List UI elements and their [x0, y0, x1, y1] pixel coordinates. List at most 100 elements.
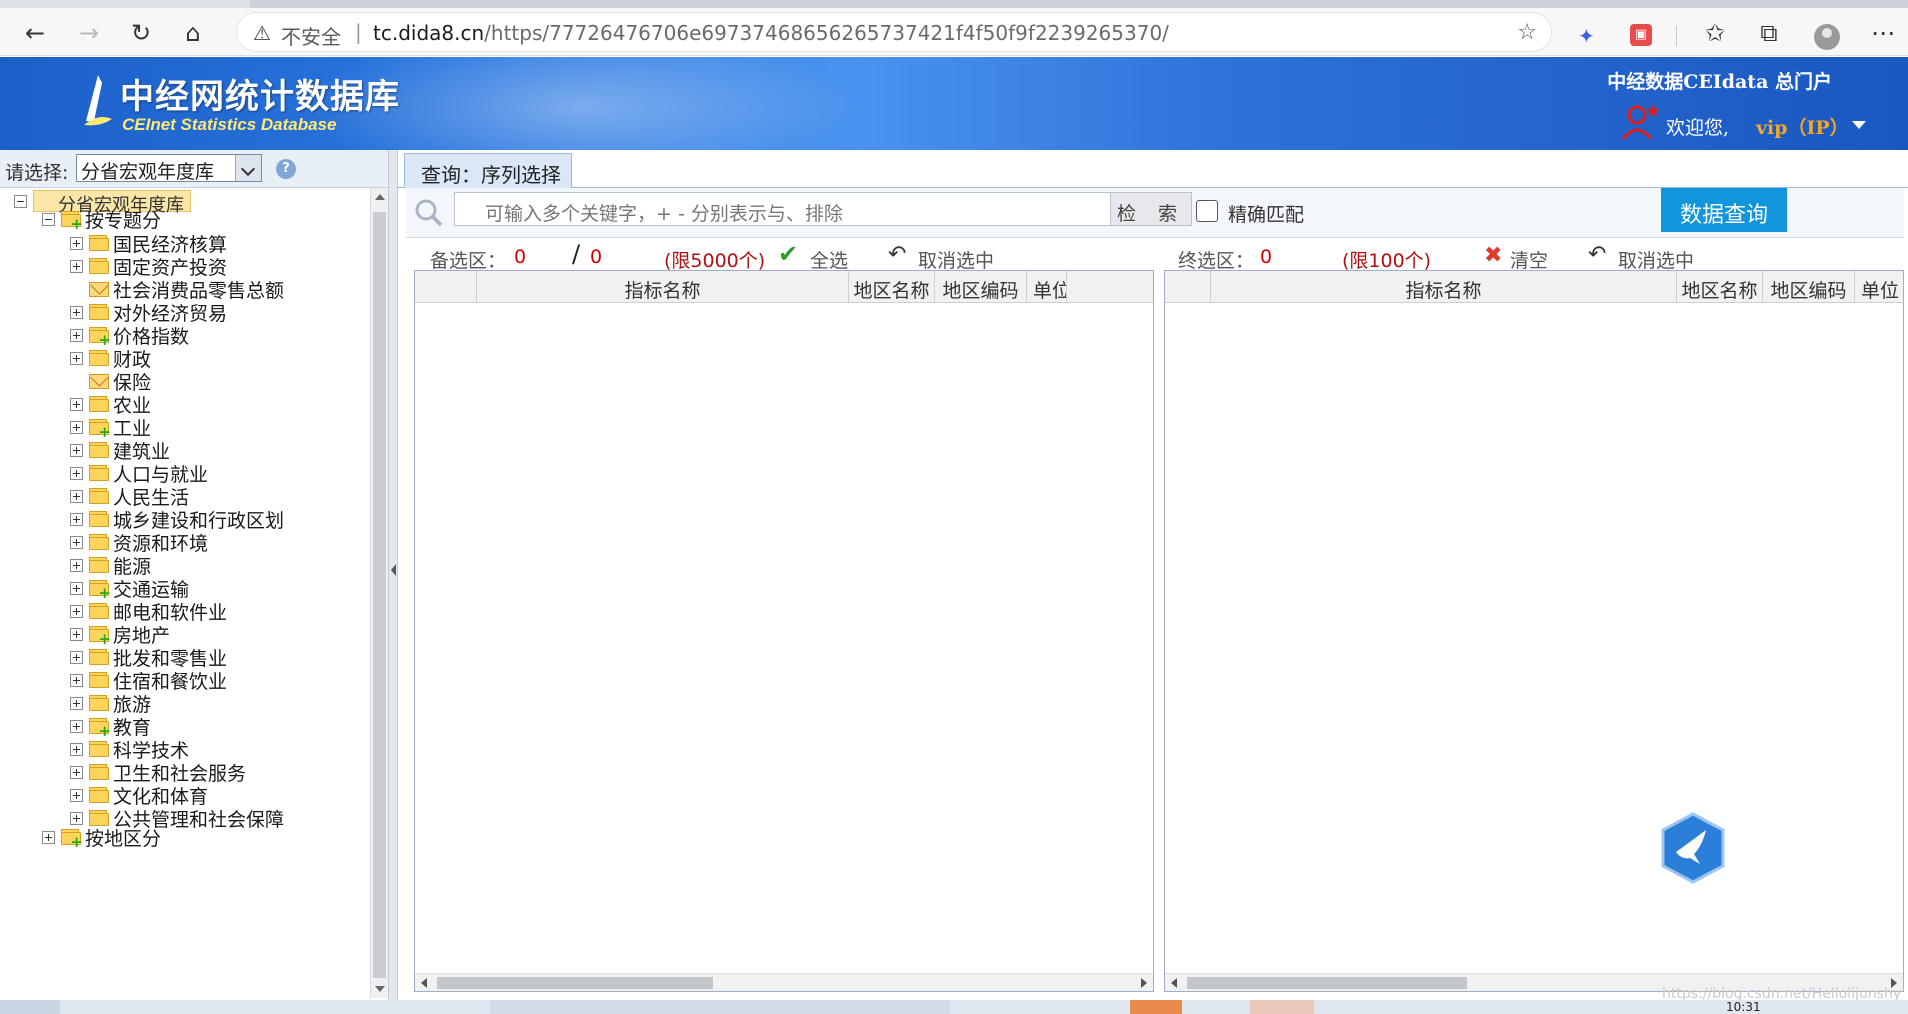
taskbar-start[interactable] — [0, 1000, 60, 1014]
profile-avatar[interactable] — [1814, 24, 1840, 50]
undo-icon[interactable]: ↶ — [1588, 242, 1606, 267]
tree-node-by-topic[interactable]: + 按专题分 — [42, 206, 161, 232]
final-bar: 终选区： 0 (限100个) ✖ 清空 ↶ 取消选中 — [1158, 238, 1908, 274]
clear-icon[interactable]: ✖ — [1484, 243, 1502, 268]
tree-scrollbar[interactable] — [370, 188, 388, 998]
expand-icon[interactable] — [70, 328, 83, 342]
expand-icon[interactable] — [70, 397, 83, 411]
scroll-up-icon[interactable] — [375, 194, 385, 200]
candidate-grid-header: 指标名称 地区名称 地区编码 单位 — [415, 271, 1153, 303]
column-header[interactable]: 单位 — [1027, 271, 1067, 303]
tab-series-select[interactable]: 查询：序列选择 — [404, 153, 572, 188]
expand-icon[interactable] — [70, 788, 83, 802]
chevron-down-icon[interactable] — [235, 155, 261, 181]
expand-icon[interactable] — [70, 719, 83, 733]
final-grid[interactable]: 指标名称 地区名称 地区编码 单位 — [1164, 270, 1904, 992]
data-query-button[interactable]: 数据查询 — [1661, 188, 1787, 232]
expand-icon[interactable] — [70, 765, 83, 779]
select-all-button[interactable]: 全选 — [810, 246, 848, 273]
expand-icon[interactable] — [70, 581, 83, 595]
column-header[interactable]: 地区编码 — [1763, 271, 1855, 303]
clear-button[interactable]: 清空 — [1510, 246, 1548, 273]
undo-icon[interactable]: ↶ — [888, 242, 906, 267]
taskbar-apps[interactable] — [490, 1000, 950, 1014]
expand-icon[interactable] — [70, 443, 83, 457]
more-menu-icon[interactable]: ⋯ — [1866, 16, 1900, 50]
expand-icon[interactable] — [70, 696, 83, 710]
exact-match-checkbox[interactable] — [1196, 200, 1218, 222]
search-input[interactable]: 可输入多个关键字，+ - 分别表示与、排除 — [454, 192, 1112, 226]
expand-icon[interactable] — [70, 627, 83, 641]
column-header[interactable]: 地区编码 — [935, 271, 1027, 303]
expand-icon[interactable] — [70, 420, 83, 434]
horizontal-scrollbar[interactable] — [415, 973, 1153, 991]
grid-row-number-header — [1165, 271, 1211, 303]
assistant-bird-icon[interactable] — [1660, 812, 1726, 884]
expand-icon[interactable] — [70, 673, 83, 687]
extension-icon[interactable]: ✦ — [1578, 24, 1600, 48]
user-menu-caret-icon[interactable] — [1852, 121, 1866, 129]
expand-icon[interactable] — [70, 535, 83, 549]
column-header[interactable]: 单位 — [1855, 271, 1903, 303]
expand-icon[interactable] — [70, 512, 83, 526]
collapse-icon[interactable] — [42, 212, 55, 226]
portal-link[interactable]: 中经数据CEIdata 总门户 — [1607, 67, 1832, 94]
expand-icon[interactable] — [70, 650, 83, 664]
expand-icon[interactable] — [70, 811, 83, 825]
expand-icon[interactable] — [42, 830, 55, 844]
os-taskbar: 10:31 — [0, 1000, 1908, 1014]
folder-icon: + — [89, 580, 111, 601]
category-tree: 分省宏观年度库 + 按专题分 国民经济核算 固定资产投资 社会消费品零售总额 对外经济… — [0, 188, 370, 1000]
scroll-thumb[interactable] — [1187, 977, 1467, 989]
home-icon[interactable]: ⌂ — [176, 16, 210, 50]
scroll-thumb[interactable] — [437, 977, 713, 989]
deselect-button[interactable]: 取消选中 — [918, 246, 994, 273]
deselect-final-button[interactable]: 取消选中 — [1618, 246, 1694, 273]
url-host: tc.dida8.cn — [373, 21, 485, 45]
scroll-left-icon[interactable] — [1171, 978, 1177, 988]
back-icon[interactable]: ← — [18, 16, 52, 50]
collapse-icon[interactable] — [14, 194, 27, 208]
forward-icon[interactable]: → — [72, 16, 106, 50]
favorite-add-icon[interactable]: ☆ — [1517, 20, 1537, 45]
taskbar-app[interactable] — [1250, 1000, 1314, 1014]
expand-icon[interactable] — [70, 466, 83, 480]
scroll-thumb[interactable] — [373, 212, 386, 978]
address-bar[interactable]: ⚠ 不安全 | tc.dida8.cn/https/77726476706e69… — [236, 12, 1552, 52]
exact-match-label: 精确匹配 — [1228, 204, 1305, 226]
folder-icon — [89, 511, 109, 527]
candidate-grid[interactable]: 指标名称 地区名称 地区编码 单位 — [414, 270, 1154, 992]
expand-icon[interactable] — [70, 604, 83, 618]
expand-icon[interactable] — [70, 489, 83, 503]
expand-icon[interactable] — [70, 259, 83, 273]
scroll-down-icon[interactable] — [375, 986, 385, 992]
expand-icon[interactable] — [70, 236, 83, 250]
database-select-value: 分省宏观年度库 — [81, 161, 215, 183]
collapse-arrow-icon[interactable] — [391, 564, 396, 576]
final-label: 终选区： — [1178, 250, 1255, 272]
expand-icon[interactable] — [70, 558, 83, 572]
folder-icon — [89, 672, 109, 688]
expand-icon[interactable] — [70, 742, 83, 756]
database-select[interactable]: 分省宏观年度库 — [76, 154, 262, 183]
column-header[interactable]: 地区名称 — [1677, 271, 1763, 303]
extension-red-icon[interactable]: ▣ — [1630, 24, 1652, 46]
column-header[interactable]: 指标名称 — [477, 271, 849, 303]
column-header[interactable]: 地区名称 — [849, 271, 935, 303]
scroll-right-icon[interactable] — [1141, 978, 1147, 988]
panel-splitter[interactable] — [388, 150, 398, 1000]
search-button[interactable]: 检 索 — [1110, 192, 1192, 226]
checkmark-icon[interactable]: ✔ — [778, 240, 798, 268]
user-name[interactable]: vip（IP） — [1756, 113, 1849, 140]
taskbar-active-app[interactable] — [1130, 1000, 1182, 1014]
scroll-left-icon[interactable] — [421, 978, 427, 988]
favorites-icon[interactable]: ✩ — [1698, 16, 1732, 50]
column-header[interactable]: 指标名称 — [1211, 271, 1677, 303]
tree-node-by-region[interactable]: + 按地区分 — [42, 824, 161, 850]
expand-icon[interactable] — [70, 305, 83, 319]
collections-icon[interactable]: ⧉ — [1752, 16, 1786, 50]
url-text: tc.dida8.cn/https/77726476706e6973746865… — [373, 21, 1169, 45]
reload-icon[interactable]: ↻ — [124, 16, 158, 50]
help-icon[interactable]: ? — [276, 159, 296, 179]
expand-icon[interactable] — [70, 351, 83, 365]
